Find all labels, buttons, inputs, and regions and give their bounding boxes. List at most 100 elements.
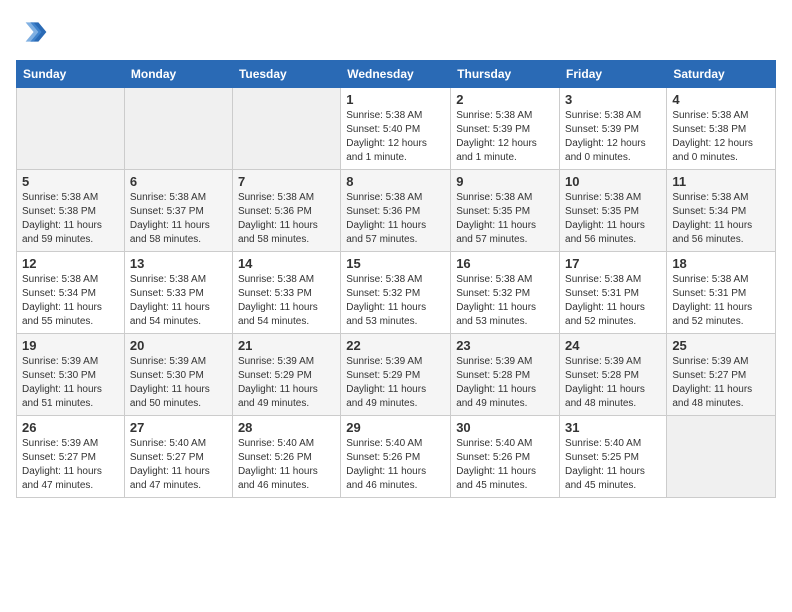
calendar-day-cell [124, 88, 232, 170]
calendar-day-cell [667, 416, 776, 498]
day-number: 23 [456, 338, 554, 353]
calendar-day-cell: 3 Sunrise: 5:38 AMSunset: 5:39 PMDaylight… [560, 88, 667, 170]
day-number: 11 [672, 174, 770, 189]
day-number: 24 [565, 338, 661, 353]
weekday-header-cell: Tuesday [232, 61, 340, 88]
day-info: Sunrise: 5:40 AMSunset: 5:26 PMDaylight:… [238, 437, 335, 493]
day-number: 29 [346, 420, 445, 435]
day-number: 6 [130, 174, 227, 189]
calendar-day-cell: 9 Sunrise: 5:38 AMSunset: 5:35 PMDaylight… [451, 170, 560, 252]
day-info: Sunrise: 5:40 AMSunset: 5:27 PMDaylight:… [130, 437, 227, 493]
calendar-week-row: 1 Sunrise: 5:38 AMSunset: 5:40 PMDaylight… [17, 88, 776, 170]
calendar-day-cell: 12Sunrise: 5:38 AMSunset: 5:34 PMDayligh… [17, 252, 125, 334]
day-number: 28 [238, 420, 335, 435]
day-number: 13 [130, 256, 227, 271]
weekday-header-cell: Sunday [17, 61, 125, 88]
weekday-header-cell: Saturday [667, 61, 776, 88]
day-info: Sunrise: 5:39 AMSunset: 5:27 PMDaylight:… [672, 355, 770, 411]
calendar-week-row: 26 Sunrise: 5:39 AMSunset: 5:27 PMDayligh… [17, 416, 776, 498]
calendar-day-cell: 16 Sunrise: 5:38 AMSunset: 5:32 PMDayligh… [451, 252, 560, 334]
day-info: Sunrise: 5:40 AMSunset: 5:26 PMDaylight:… [346, 437, 445, 493]
logo [16, 16, 52, 48]
calendar-day-cell: 10 Sunrise: 5:38 AMSunset: 5:35 PMDayligh… [560, 170, 667, 252]
calendar-week-row: 19 Sunrise: 5:39 AMSunset: 5:30 PMDayligh… [17, 334, 776, 416]
weekday-header-row: SundayMondayTuesdayWednesdayThursdayFrid… [17, 61, 776, 88]
day-number: 26 [22, 420, 119, 435]
day-info: Sunrise: 5:39 AMSunset: 5:30 PMDaylight:… [130, 355, 227, 411]
day-info: Sunrise: 5:39 AMSunset: 5:29 PMDaylight:… [238, 355, 335, 411]
day-number: 19 [22, 338, 119, 353]
day-number: 21 [238, 338, 335, 353]
calendar-day-cell: 5Sunrise: 5:38 AMSunset: 5:38 PMDaylight… [17, 170, 125, 252]
day-number: 10 [565, 174, 661, 189]
day-info: Sunrise: 5:38 AMSunset: 5:32 PMDaylight:… [346, 273, 445, 329]
calendar-day-cell: 13 Sunrise: 5:38 AMSunset: 5:33 PMDayligh… [124, 252, 232, 334]
day-number: 1 [346, 92, 445, 107]
day-number: 14 [238, 256, 335, 271]
day-info: Sunrise: 5:38 AMSunset: 5:36 PMDaylight:… [346, 191, 445, 247]
weekday-header-cell: Wednesday [341, 61, 451, 88]
calendar-day-cell: 31Sunrise: 5:40 AMSunset: 5:25 PMDayligh… [560, 416, 667, 498]
day-number: 5 [22, 174, 119, 189]
day-info: Sunrise: 5:38 AMSunset: 5:31 PMDaylight:… [672, 273, 770, 329]
day-number: 7 [238, 174, 335, 189]
calendar-day-cell: 30 Sunrise: 5:40 AMSunset: 5:26 PMDayligh… [451, 416, 560, 498]
calendar-day-cell: 14 Sunrise: 5:38 AMSunset: 5:33 PMDayligh… [232, 252, 340, 334]
day-number: 31 [565, 420, 661, 435]
day-info: Sunrise: 5:38 AMSunset: 5:40 PMDaylight:… [346, 109, 445, 165]
calendar-day-cell: 27 Sunrise: 5:40 AMSunset: 5:27 PMDayligh… [124, 416, 232, 498]
day-number: 12 [22, 256, 119, 271]
day-number: 27 [130, 420, 227, 435]
calendar-table: SundayMondayTuesdayWednesdayThursdayFrid… [16, 60, 776, 498]
calendar-day-cell: 22Sunrise: 5:39 AMSunset: 5:29 PMDayligh… [341, 334, 451, 416]
day-info: Sunrise: 5:38 AMSunset: 5:33 PMDaylight:… [238, 273, 335, 329]
day-number: 30 [456, 420, 554, 435]
calendar-day-cell: 2Sunrise: 5:38 AMSunset: 5:39 PMDaylight… [451, 88, 560, 170]
calendar-week-row: 12Sunrise: 5:38 AMSunset: 5:34 PMDayligh… [17, 252, 776, 334]
day-info: Sunrise: 5:38 AMSunset: 5:37 PMDaylight:… [130, 191, 227, 247]
weekday-header-cell: Monday [124, 61, 232, 88]
calendar-day-cell [232, 88, 340, 170]
calendar-day-cell: 26 Sunrise: 5:39 AMSunset: 5:27 PMDayligh… [17, 416, 125, 498]
calendar-day-cell: 8 Sunrise: 5:38 AMSunset: 5:36 PMDaylight… [341, 170, 451, 252]
calendar-day-cell: 4Sunrise: 5:38 AMSunset: 5:38 PMDaylight… [667, 88, 776, 170]
weekday-header-cell: Thursday [451, 61, 560, 88]
day-info: Sunrise: 5:38 AMSunset: 5:35 PMDaylight:… [565, 191, 661, 247]
day-info: Sunrise: 5:39 AMSunset: 5:30 PMDaylight:… [22, 355, 119, 411]
calendar-day-cell: 11Sunrise: 5:38 AMSunset: 5:34 PMDayligh… [667, 170, 776, 252]
day-info: Sunrise: 5:38 AMSunset: 5:33 PMDaylight:… [130, 273, 227, 329]
day-number: 16 [456, 256, 554, 271]
day-number: 20 [130, 338, 227, 353]
calendar-day-cell [17, 88, 125, 170]
day-number: 3 [565, 92, 661, 107]
day-info: Sunrise: 5:38 AMSunset: 5:39 PMDaylight:… [456, 109, 554, 165]
page-header [16, 16, 776, 48]
day-info: Sunrise: 5:38 AMSunset: 5:39 PMDaylight:… [565, 109, 661, 165]
calendar-body: 1 Sunrise: 5:38 AMSunset: 5:40 PMDaylight… [17, 88, 776, 498]
calendar-day-cell: 29 Sunrise: 5:40 AMSunset: 5:26 PMDayligh… [341, 416, 451, 498]
logo-icon [16, 16, 48, 48]
calendar-day-cell: 15 Sunrise: 5:38 AMSunset: 5:32 PMDayligh… [341, 252, 451, 334]
day-info: Sunrise: 5:40 AMSunset: 5:26 PMDaylight:… [456, 437, 554, 493]
day-info: Sunrise: 5:38 AMSunset: 5:31 PMDaylight:… [565, 273, 661, 329]
day-info: Sunrise: 5:38 AMSunset: 5:35 PMDaylight:… [456, 191, 554, 247]
day-info: Sunrise: 5:38 AMSunset: 5:32 PMDaylight:… [456, 273, 554, 329]
day-info: Sunrise: 5:39 AMSunset: 5:27 PMDaylight:… [22, 437, 119, 493]
calendar-day-cell: 1 Sunrise: 5:38 AMSunset: 5:40 PMDaylight… [341, 88, 451, 170]
calendar-week-row: 5Sunrise: 5:38 AMSunset: 5:38 PMDaylight… [17, 170, 776, 252]
calendar-day-cell: 7 Sunrise: 5:38 AMSunset: 5:36 PMDaylight… [232, 170, 340, 252]
day-info: Sunrise: 5:39 AMSunset: 5:28 PMDaylight:… [456, 355, 554, 411]
day-number: 9 [456, 174, 554, 189]
day-number: 18 [672, 256, 770, 271]
calendar-day-cell: 25Sunrise: 5:39 AMSunset: 5:27 PMDayligh… [667, 334, 776, 416]
day-number: 15 [346, 256, 445, 271]
day-number: 4 [672, 92, 770, 107]
day-info: Sunrise: 5:39 AMSunset: 5:29 PMDaylight:… [346, 355, 445, 411]
calendar-day-cell: 23 Sunrise: 5:39 AMSunset: 5:28 PMDayligh… [451, 334, 560, 416]
day-info: Sunrise: 5:38 AMSunset: 5:36 PMDaylight:… [238, 191, 335, 247]
day-number: 8 [346, 174, 445, 189]
calendar-day-cell: 24Sunrise: 5:39 AMSunset: 5:28 PMDayligh… [560, 334, 667, 416]
calendar-day-cell: 19 Sunrise: 5:39 AMSunset: 5:30 PMDayligh… [17, 334, 125, 416]
weekday-header-cell: Friday [560, 61, 667, 88]
calendar-day-cell: 17Sunrise: 5:38 AMSunset: 5:31 PMDayligh… [560, 252, 667, 334]
